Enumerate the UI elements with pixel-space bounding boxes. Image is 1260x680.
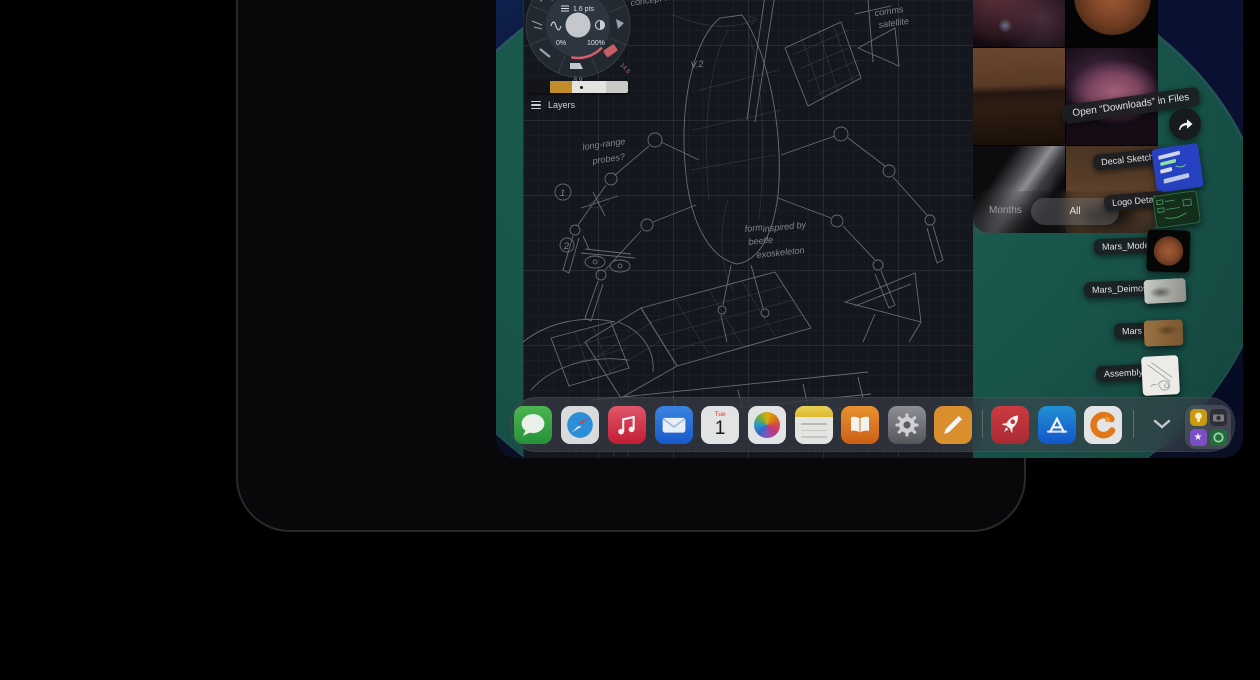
chevron-down-icon [1153, 419, 1171, 429]
palette-swatch-white[interactable] [572, 81, 606, 93]
photo-nebula-horsehead[interactable] [973, 0, 1065, 47]
app-library-mini-star: ★ [1190, 429, 1207, 446]
dock-app-sketch-pen[interactable] [934, 406, 972, 444]
max-percent: 100% [587, 40, 605, 47]
annotation-beetle-4: exoskeleton [756, 245, 805, 260]
concepts-app-window: concept to color V.2 comms satellite lon… [523, 0, 973, 458]
share-forward-button[interactable] [1169, 108, 1201, 140]
annotation-marker-2: 2 [563, 241, 569, 251]
ipad-device-frame: concept to color V.2 comms satellite lon… [236, 0, 1026, 532]
photos-flower-icon [754, 412, 780, 438]
settings-gear-glyph [894, 412, 920, 438]
dock-app-messages[interactable] [514, 406, 552, 444]
orange-c-icon [1088, 410, 1118, 440]
annotation-probes-1: long-range [582, 136, 626, 152]
layers-button[interactable]: Layers [531, 100, 575, 110]
annotation-comms-2: satellite [878, 16, 910, 30]
min-percent: 0% [556, 40, 566, 47]
dock-app-settings[interactable] [888, 406, 926, 444]
appstore-a-icon [1038, 406, 1076, 444]
annotation-probes-2: probes? [591, 152, 626, 167]
app-library-mini-tips [1190, 409, 1207, 426]
dock-app-rocket[interactable] [991, 406, 1029, 444]
annotation-version: V.2 [690, 59, 704, 70]
annotation-beetle-1: form [744, 222, 763, 234]
calendar-weekday: Tue [701, 411, 739, 418]
dock-chevron-down-button[interactable] [1151, 415, 1173, 433]
dock-app-calendar[interactable]: Tue 1 [701, 406, 739, 444]
rocket-icon [991, 406, 1029, 444]
palette-swatch-black[interactable] [528, 81, 550, 93]
palette-swatch-gold[interactable] [550, 81, 572, 93]
dock-app-safari[interactable] [561, 406, 599, 444]
drag-item-thumbnail [1151, 143, 1204, 193]
center-size-label: 1.6 pts [573, 6, 595, 13]
forward-arrow-icon [1177, 117, 1194, 132]
color-well[interactable] [566, 13, 591, 38]
screenshot-stage: concept to color V.2 comms satellite lon… [0, 0, 1260, 680]
annotation-beetle-3: beetle [748, 234, 773, 247]
calendar-day: 1 [701, 418, 739, 439]
layers-menu-icon [531, 101, 541, 109]
screen-viewport: concept to color V.2 comms satellite lon… [496, 0, 1243, 458]
app-library-mini-camera [1210, 409, 1227, 426]
dock-app-photos[interactable] [748, 406, 786, 444]
dock-app-music[interactable] [608, 406, 646, 444]
photo-mars-planet[interactable] [1066, 0, 1158, 47]
brush-tool-wheel[interactable]: 1.6 1.3 3.5 [523, 0, 638, 89]
pen-diagonal-icon [934, 406, 972, 444]
dock-divider [982, 410, 983, 438]
music-note-icon [608, 406, 646, 444]
drag-item-thumbnail [1152, 190, 1201, 229]
photo-mars-landscape[interactable] [973, 48, 1065, 145]
palette-swatch-gray[interactable] [606, 81, 628, 93]
dock-app-appstore[interactable] [1038, 406, 1076, 444]
mail-envelope-icon [655, 406, 693, 444]
annotation-marker-1: 1 [560, 188, 565, 198]
dock: Tue 1 [510, 397, 1235, 452]
drag-item-thumbnail [1144, 319, 1184, 346]
tab-months[interactable]: Months [989, 205, 1022, 216]
dock-app-mail[interactable] [655, 406, 693, 444]
layers-label: Layers [548, 100, 575, 110]
drag-item-thumbnail [1143, 278, 1186, 304]
drag-item-thumbnail [1141, 355, 1180, 396]
dock-app-color-c[interactable] [1084, 406, 1122, 444]
annotation-comms-1: comms [874, 4, 905, 18]
dock-divider [1133, 410, 1134, 438]
app-library-mini-activity [1210, 429, 1227, 446]
color-palette-strip[interactable] [528, 81, 628, 93]
annotation-beetle-2: inspired by [762, 219, 807, 234]
drag-item-thumbnail [1146, 229, 1190, 272]
books-open-book-icon [841, 406, 879, 444]
ipad-screen: concept to color V.2 comms satellite lon… [496, 0, 1243, 458]
messages-bubble-icon [514, 406, 552, 444]
dock-app-notes[interactable] [795, 406, 833, 444]
notes-header-icon [795, 406, 833, 417]
annotation-concept-to-color: concept to color [630, 0, 695, 8]
dock-app-books[interactable] [841, 406, 879, 444]
dock-app-library-button[interactable]: ★ [1185, 405, 1231, 449]
palette-selection-dot [580, 86, 583, 89]
eraser-size: 14.5 [618, 62, 631, 75]
safari-compass-icon [561, 406, 599, 444]
